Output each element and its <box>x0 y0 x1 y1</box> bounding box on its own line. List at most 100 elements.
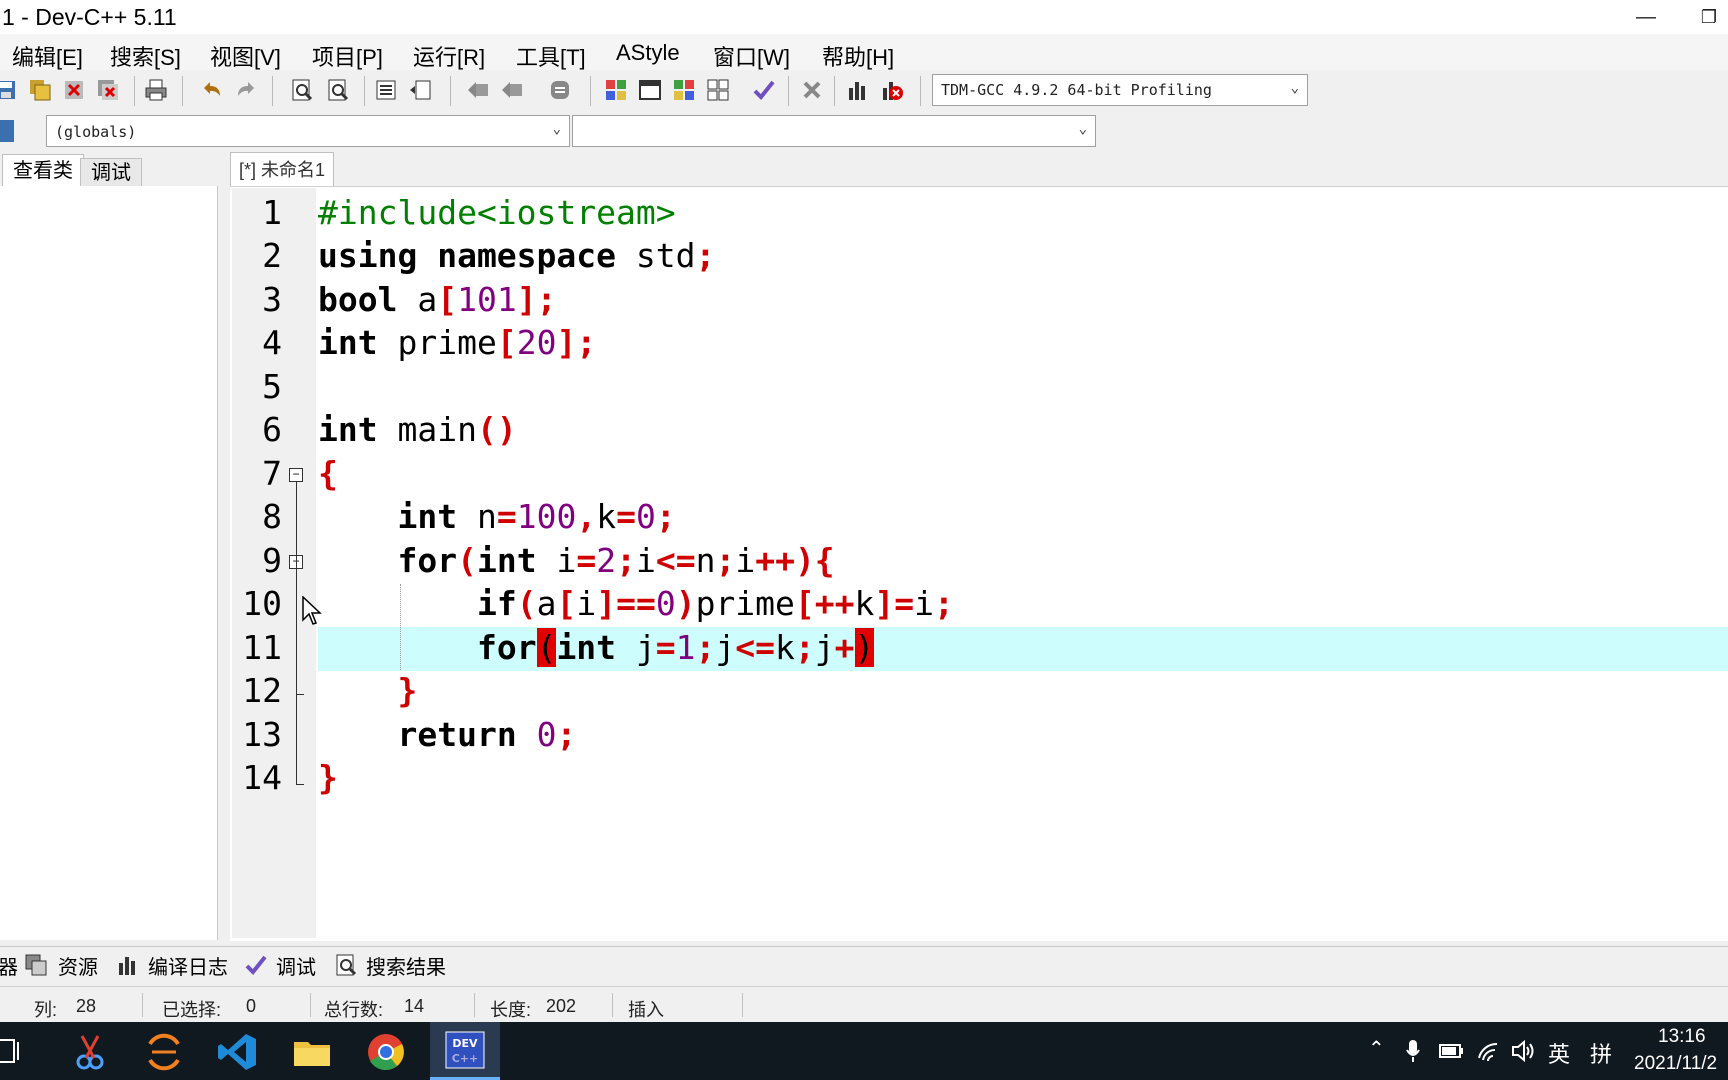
tab-resources[interactable]: 资源 <box>58 951 98 980</box>
devcpp-taskbar-button[interactable]: DEV C++ <box>430 1022 500 1080</box>
code-line: using namespace std; <box>318 236 716 275</box>
wifi-icon[interactable] <box>1476 1038 1502 1064</box>
window-title: 1 - Dev-C++ 5.11 <box>2 4 177 30</box>
goto-forward-icon[interactable] <box>500 78 524 102</box>
scope-select[interactable]: (globals) ⌄ <box>46 115 570 147</box>
clock-time[interactable]: 13:16 <box>1658 1026 1706 1048</box>
compiler-select[interactable]: TDM-GCC 4.9.2 64-bit Profiling ⌄ <box>932 74 1308 106</box>
tab-compiler[interactable]: 器 <box>0 951 18 980</box>
replace-icon[interactable] <box>326 78 350 102</box>
status-col-value: 28 <box>76 996 97 1016</box>
eclipse-icon[interactable] <box>142 1030 186 1074</box>
svg-text:C++: C++ <box>452 1052 479 1065</box>
indent-icon[interactable] <box>374 78 398 102</box>
clock-date[interactable]: 2021/11/2 <box>1634 1053 1717 1075</box>
task-view-icon[interactable] <box>0 1038 24 1064</box>
ime-mode-indicator[interactable]: 拼 <box>1590 1037 1612 1069</box>
chevron-down-icon: ⌄ <box>552 121 561 137</box>
grid-icon[interactable] <box>706 78 730 102</box>
menu-help[interactable]: 帮助[H] <box>822 40 894 72</box>
battery-icon[interactable] <box>1438 1040 1464 1062</box>
compile-icon[interactable] <box>672 78 696 102</box>
line-number: 4 <box>262 323 282 362</box>
microphone-icon[interactable] <box>1404 1038 1422 1064</box>
minimize-button[interactable]: — <box>1622 2 1670 32</box>
title-bar: 1 - Dev-C++ 5.11 — ❐ <box>0 0 1728 34</box>
svg-text:DEV: DEV <box>452 1037 478 1050</box>
volume-icon[interactable] <box>1510 1038 1536 1064</box>
bottom-tabs: 器 资源 编译日志 调试 搜索结果 <box>0 946 1728 983</box>
tab-debug-output[interactable]: 调试 <box>276 951 316 980</box>
tab-compile-log[interactable]: 编译日志 <box>148 951 228 980</box>
editor-tab[interactable]: [*] 未命名1 <box>230 152 335 186</box>
save-all-icon[interactable] <box>28 78 52 102</box>
vscode-icon[interactable] <box>216 1030 260 1074</box>
file-explorer-icon[interactable] <box>290 1030 334 1074</box>
menu-search[interactable]: 搜索[S] <box>110 40 181 72</box>
menu-window[interactable]: 窗口[W] <box>713 40 790 72</box>
fold-collapse-icon[interactable]: − <box>289 468 303 482</box>
line-number: 1 <box>262 193 282 232</box>
close-file-icon[interactable] <box>62 78 86 102</box>
status-selected-label: 已选择: <box>162 1000 222 1020</box>
find-icon[interactable] <box>290 78 314 102</box>
bookmark-icon[interactable] <box>548 78 572 102</box>
line-number: 6 <box>262 410 282 449</box>
menu-view[interactable]: 视图[V] <box>210 40 281 72</box>
class-browser-icon[interactable] <box>0 118 16 144</box>
menu-run[interactable]: 运行[R] <box>413 40 485 72</box>
save-icon[interactable] <box>0 78 18 102</box>
devcpp-icon: DEV C++ <box>445 1031 485 1069</box>
compile-log-icon <box>119 957 135 975</box>
fold-line <box>296 482 297 784</box>
status-lines-label: 总行数: <box>324 1000 384 1020</box>
stop-icon[interactable] <box>800 78 824 102</box>
class-tree[interactable] <box>0 186 218 940</box>
tray-expand-icon[interactable]: ⌃ <box>1368 1036 1385 1061</box>
unindent-icon[interactable] <box>408 78 432 102</box>
code-line: bool a[101]; <box>318 280 557 319</box>
close-all-icon[interactable] <box>96 78 120 102</box>
mouse-cursor-icon <box>302 596 322 625</box>
tab-debug[interactable]: 调试 <box>80 158 142 186</box>
delete-profile-icon[interactable] <box>880 78 904 102</box>
line-number: 8 <box>262 497 282 536</box>
line-number: 5 <box>262 367 282 406</box>
menu-edit[interactable]: 编辑[E] <box>12 40 83 72</box>
code-line: int prime[20]; <box>318 323 597 362</box>
line-number: 2 <box>262 236 282 275</box>
goto-back-icon[interactable] <box>466 78 490 102</box>
status-length-value: 202 <box>546 996 577 1016</box>
code-line: for(int j=1;j<=k;j+) <box>476 628 875 667</box>
undo-icon[interactable] <box>200 78 224 102</box>
status-selected-value: 0 <box>246 996 257 1016</box>
redo-icon[interactable] <box>234 78 258 102</box>
toolbar: TDM-GCC 4.9.2 64-bit Profiling ⌄ <box>0 70 1728 110</box>
code-line: if(a[i]==0)prime[++k]=i; <box>476 584 954 623</box>
code-line: } <box>397 671 418 710</box>
restore-button[interactable]: ❐ <box>1690 2 1728 32</box>
member-select[interactable]: ⌄ <box>572 115 1096 147</box>
ime-language-indicator[interactable]: 英 <box>1548 1037 1570 1069</box>
screenshot-tool-icon[interactable] <box>68 1030 112 1074</box>
check-syntax-icon[interactable] <box>752 78 776 102</box>
taskbar: DEV C++ ⌃ 英 拼 13:16 2021/11/2 <box>0 1022 1728 1080</box>
print-icon[interactable] <box>144 78 168 102</box>
line-number: 14 <box>242 758 282 797</box>
window-icon[interactable] <box>638 78 662 102</box>
new-project-icon[interactable] <box>604 78 628 102</box>
status-bar: 列: 28 已选择: 0 总行数: 14 长度: 202 插入 <box>0 986 1728 1023</box>
fold-line <box>296 784 304 785</box>
profile-icon[interactable] <box>846 78 870 102</box>
menu-astyle[interactable]: AStyle <box>616 40 680 66</box>
tab-search-results[interactable]: 搜索结果 <box>366 951 446 980</box>
code-line: int n=100,k=0; <box>397 497 676 536</box>
code-line: #include<iostream> <box>318 193 676 232</box>
line-number: 3 <box>262 280 282 319</box>
chevron-down-icon: ⌄ <box>1078 121 1087 137</box>
tab-class-browser[interactable]: 查看类 <box>2 154 84 186</box>
menu-project[interactable]: 项目[P] <box>312 40 383 72</box>
menu-tools[interactable]: 工具[T] <box>516 40 586 72</box>
chrome-icon[interactable] <box>364 1030 408 1074</box>
resources-icon <box>25 954 47 976</box>
